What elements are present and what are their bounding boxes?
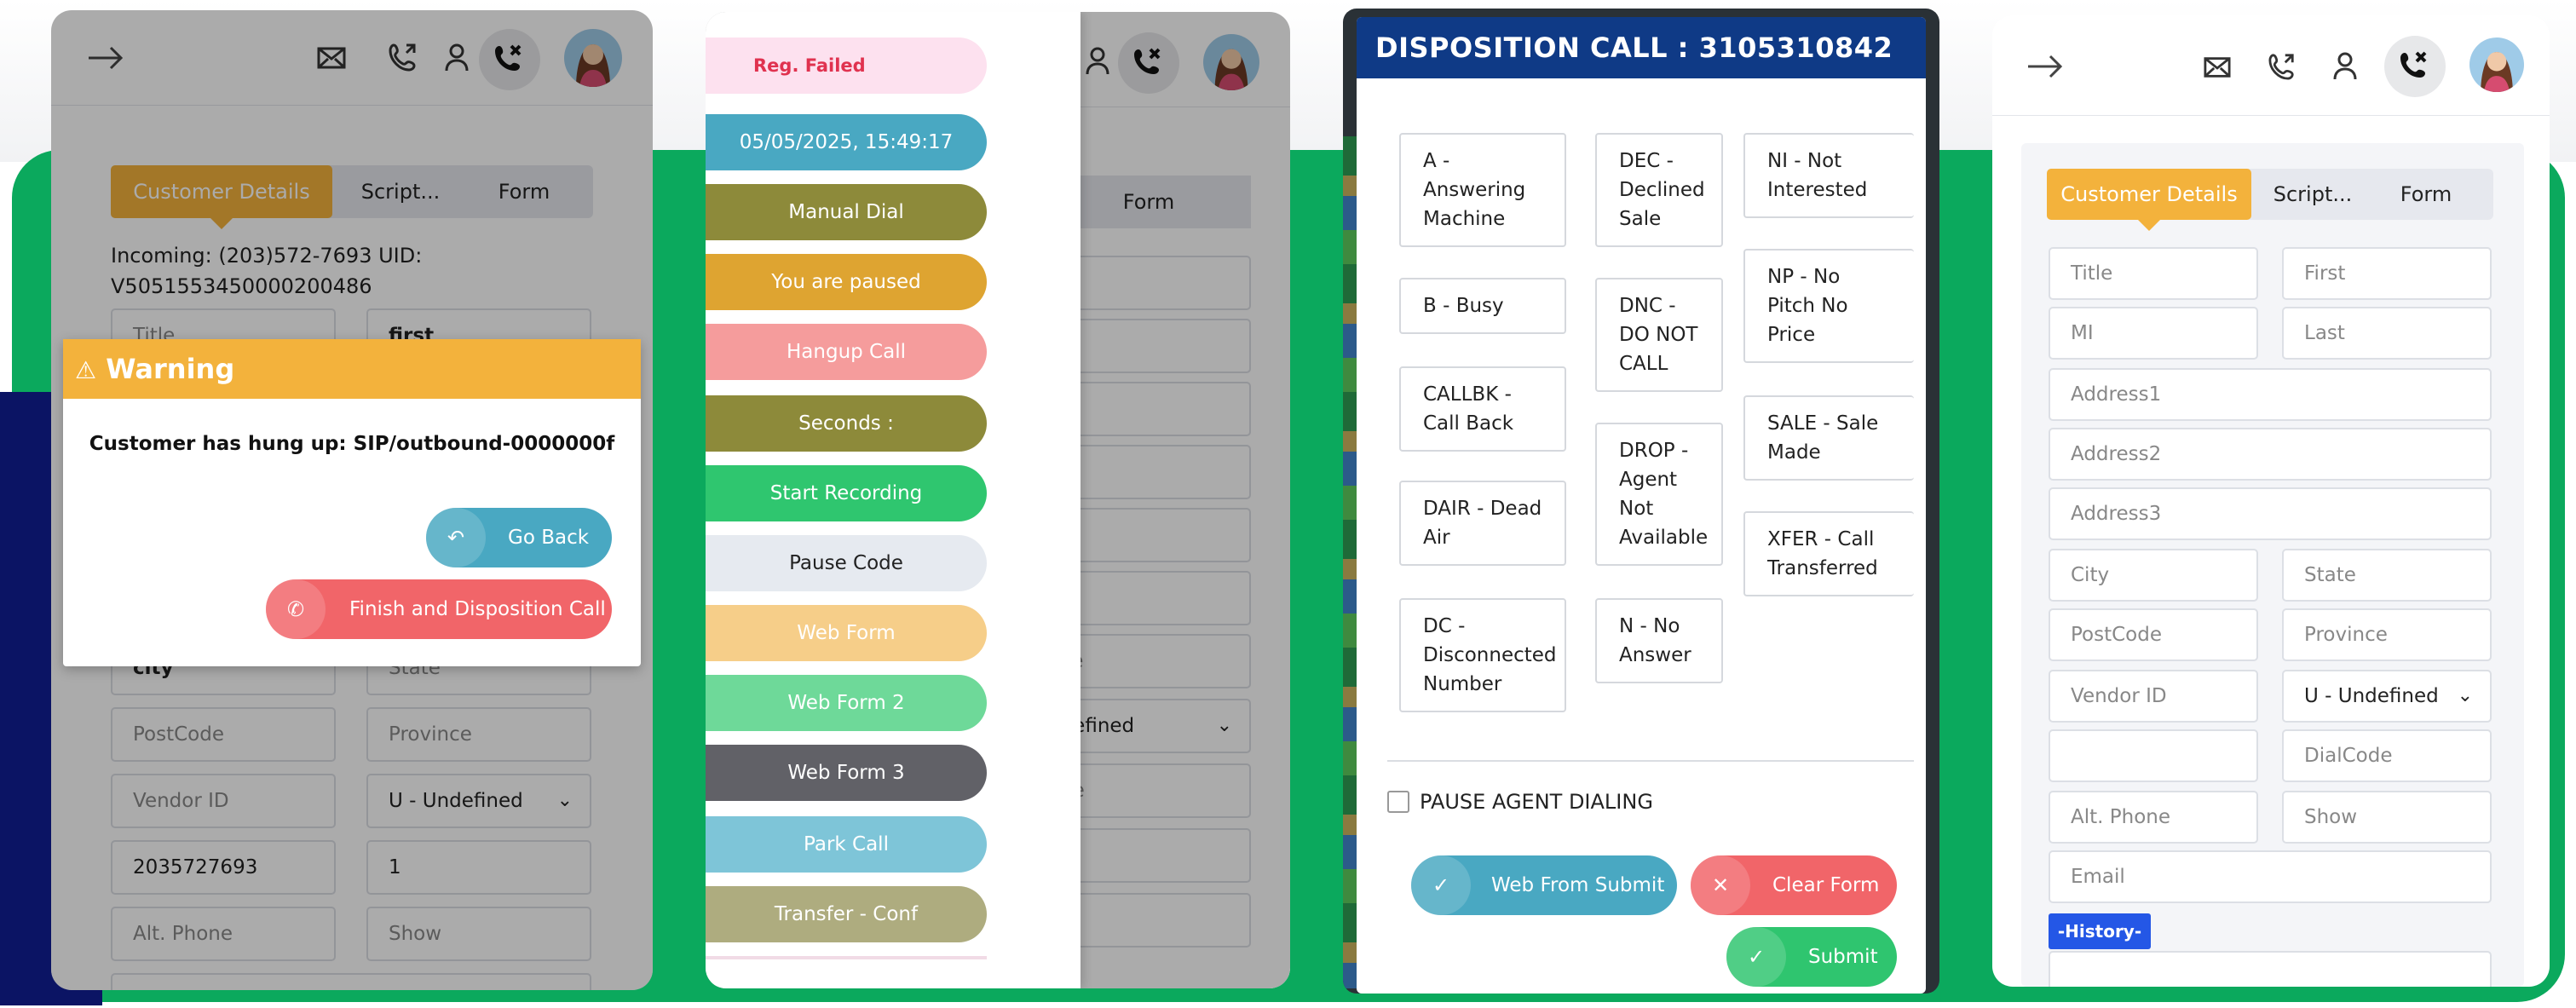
phone-number-field[interactable] xyxy=(2049,729,2258,782)
seconds-display: Seconds : xyxy=(706,395,987,452)
warning-icon: ⚠ xyxy=(75,356,97,384)
tab-customer-details[interactable]: Customer Details xyxy=(2047,169,2251,231)
chevron-down-icon: ⌄ xyxy=(2457,685,2473,706)
email-field[interactable]: Email xyxy=(2049,850,2492,903)
end-call-icon: ✆ xyxy=(266,579,326,639)
dispo-ni[interactable]: NI - Not Interested xyxy=(1743,133,1914,218)
customer-tabs: Customer Details Script... Form xyxy=(2047,169,2493,231)
warning-message: Customer has hung up: SIP/outbound-00000… xyxy=(89,433,615,455)
dispo-a-answering-machine[interactable]: A - Answering Machine xyxy=(1399,133,1566,247)
dispo-xfer[interactable]: XFER - Call Transferred xyxy=(1743,511,1914,596)
panel-disposition-frame: DISPOSITION CALL : 3105310842 A - Answer… xyxy=(1343,9,1939,994)
transfer-conf-button[interactable]: Transfer - Conf xyxy=(706,886,987,942)
owner-select[interactable]: U - Undefined ⌄ xyxy=(2282,670,2492,723)
finish-disposition-button[interactable]: ✆ Finish and Disposition Call xyxy=(266,579,612,639)
pause-agent-label: PAUSE AGENT DIALING xyxy=(1420,790,1653,814)
go-back-button[interactable]: ↶ Go Back xyxy=(426,508,612,567)
pause-agent-checkbox[interactable] xyxy=(1387,791,1409,813)
panel-agent-controls: Form e nce ndefined⌄ ode v Reg. Failed 0… xyxy=(706,12,1290,988)
tab-script[interactable]: Script... xyxy=(2260,169,2366,220)
postcode-field[interactable]: PostCode xyxy=(2049,608,2258,661)
disposition-dialog: DISPOSITION CALL : 3105310842 A - Answer… xyxy=(1357,17,1926,994)
clear-form-button[interactable]: ✕ Clear Form xyxy=(1691,855,1897,915)
reg-failed-status: Reg. Failed xyxy=(706,37,987,94)
dispo-dnc[interactable]: DNC - DO NOT CALL xyxy=(1595,278,1723,392)
title-field[interactable]: Title xyxy=(2049,247,2258,300)
web-form-3-button[interactable]: Web Form 3 xyxy=(706,745,987,801)
datetime-display: 05/05/2025, 15:49:17 xyxy=(706,114,987,170)
missed-call-button[interactable] xyxy=(2384,36,2446,97)
paused-status-button[interactable]: You are paused xyxy=(706,254,987,310)
province-field[interactable]: Province xyxy=(2282,608,2492,661)
vendor-id-field[interactable]: Vendor ID xyxy=(2049,670,2258,723)
address3-field[interactable]: Address3 xyxy=(2049,487,2492,540)
drawer-scroll-edge xyxy=(706,956,987,959)
alt-phone-field[interactable]: Alt. Phone xyxy=(2049,791,2258,844)
dispo-dec[interactable]: DEC - Declined Sale xyxy=(1595,133,1723,247)
agent-controls-drawer: Reg. Failed 05/05/2025, 15:49:17 Manual … xyxy=(706,12,1081,988)
web-form-submit-button[interactable]: ✓ Web From Submit xyxy=(1411,855,1677,915)
address2-field[interactable]: Address2 xyxy=(2049,428,2492,481)
hangup-call-button[interactable]: Hangup Call xyxy=(706,324,987,380)
warning-dialog: ⚠ Warning Customer has hung up: SIP/outb… xyxy=(63,339,641,666)
pause-code-button[interactable]: Pause Code xyxy=(706,535,987,591)
start-recording-button[interactable]: Start Recording xyxy=(706,465,987,521)
history-field[interactable] xyxy=(2049,951,2492,987)
double-check-icon: ✓ xyxy=(1726,927,1786,987)
arrow-right-icon[interactable] xyxy=(2026,53,2064,80)
web-form-2-button[interactable]: Web Form 2 xyxy=(706,675,987,731)
dispo-drop[interactable]: DROP - Agent Not Available xyxy=(1595,423,1723,566)
middle-initial-field[interactable]: MI xyxy=(2049,307,2258,360)
undo-icon: ↶ xyxy=(426,508,486,567)
last-name-field[interactable]: Last xyxy=(2282,307,2492,360)
show-field[interactable]: Show xyxy=(2282,791,2492,844)
city-field[interactable]: City xyxy=(2049,549,2258,602)
phone-forward-icon[interactable] xyxy=(2268,52,2296,81)
dial-code-field[interactable]: DialCode xyxy=(2282,729,2492,782)
park-call-button[interactable]: Park Call xyxy=(706,816,987,873)
disposition-header: DISPOSITION CALL : 3105310842 xyxy=(1357,17,1926,78)
dispo-callbk[interactable]: CALLBK - Call Back xyxy=(1399,366,1566,452)
divider xyxy=(1387,760,1914,762)
agent-avatar[interactable] xyxy=(2469,37,2524,92)
dispo-sale[interactable]: SALE - Sale Made xyxy=(1743,395,1914,481)
owner-select-value: U - Undefined xyxy=(2304,685,2439,707)
dispo-b-busy[interactable]: B - Busy xyxy=(1399,278,1566,334)
warning-dialog-header: ⚠ Warning xyxy=(63,339,641,399)
dispo-n-no-answer[interactable]: N - No Answer xyxy=(1595,598,1723,683)
panel-customer-details: Customer Details Script... Form Title Fi… xyxy=(1992,15,2550,987)
double-check-icon: ✓ xyxy=(1411,855,1471,915)
mail-icon[interactable] xyxy=(2204,56,2231,78)
address1-field[interactable]: Address1 xyxy=(2049,368,2492,421)
warning-title: Warning xyxy=(106,353,235,385)
manual-dial-button[interactable]: Manual Dial xyxy=(706,184,987,240)
close-icon: ✕ xyxy=(1691,855,1750,915)
tab-form[interactable]: Form xyxy=(2371,169,2481,220)
user-icon[interactable] xyxy=(2333,51,2357,80)
dispo-dair[interactable]: DAIR - Dead Air xyxy=(1399,481,1566,566)
dispo-np[interactable]: NP - No Pitch No Price xyxy=(1743,249,1914,363)
state-field[interactable]: State xyxy=(2282,549,2492,602)
history-button[interactable]: -History- xyxy=(2049,913,2151,949)
dispo-dc[interactable]: DC - Disconnected Number xyxy=(1399,598,1566,712)
app-header xyxy=(1992,15,2550,116)
web-form-button[interactable]: Web Form xyxy=(706,605,987,661)
submit-button[interactable]: ✓ Submit xyxy=(1726,927,1897,987)
first-name-field[interactable]: First xyxy=(2282,247,2492,300)
panel-hangup-warning: Customer Details Script... Form Incoming… xyxy=(51,10,653,990)
